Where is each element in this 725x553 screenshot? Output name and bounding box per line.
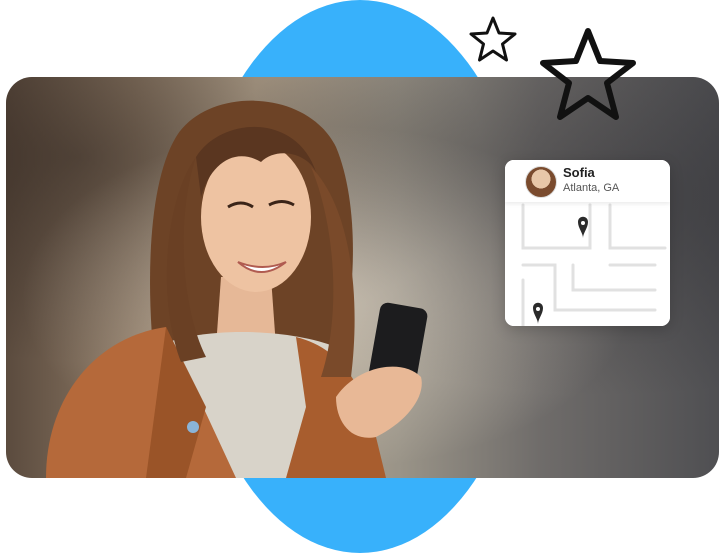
- star-outline-icon: [469, 16, 517, 62]
- card-header: Sofia Atlanta, GA: [505, 160, 670, 202]
- avatar: [525, 166, 557, 198]
- star-outline-icon: [540, 28, 636, 120]
- location-card[interactable]: Sofia Atlanta, GA: [505, 160, 670, 326]
- contact-name: Sofia: [563, 165, 595, 180]
- contact-location: Atlanta, GA: [563, 182, 620, 194]
